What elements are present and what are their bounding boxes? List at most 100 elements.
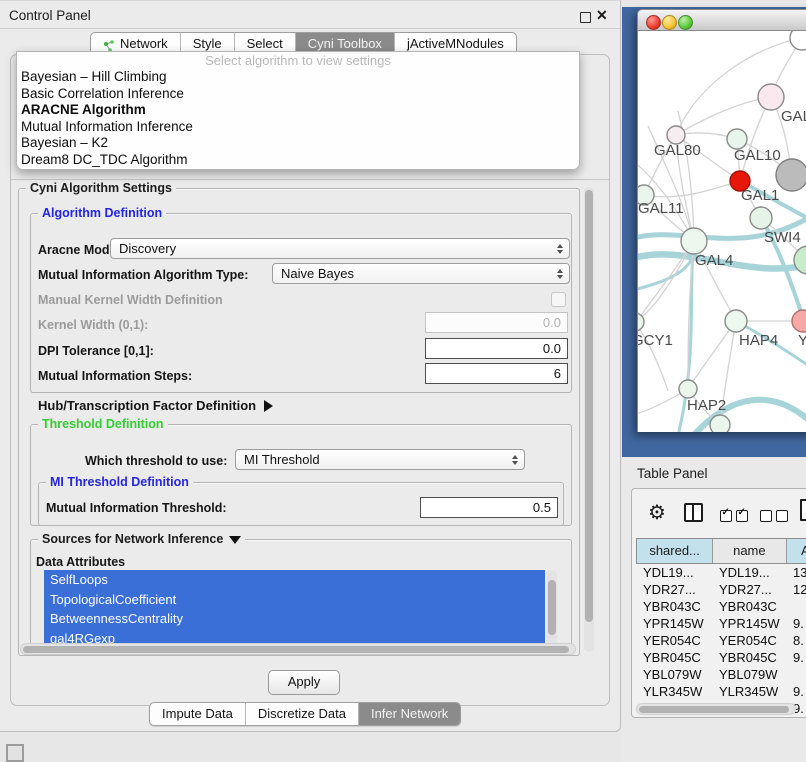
table-cell: 13 xyxy=(786,564,806,581)
node-attribute-table: shared...nameA... YDL19...YDL19...13YDR2… xyxy=(636,538,806,717)
minimize-traffic-light-icon[interactable] xyxy=(662,15,677,30)
close-traffic-light-icon[interactable] xyxy=(646,15,661,30)
network-node-hap4[interactable] xyxy=(725,310,747,332)
algorithm-definition-title: Algorithm Definition xyxy=(38,206,166,220)
column-header-shared...[interactable]: shared... xyxy=(637,539,712,563)
table-row[interactable]: YPR145WYPR145W9. xyxy=(636,615,806,632)
network-node-label: HAP2 xyxy=(687,397,726,414)
network-node-0[interactable] xyxy=(790,31,806,50)
table-row[interactable]: YDR27...YDR27...12 xyxy=(636,581,806,598)
column-header-name[interactable]: name xyxy=(712,539,785,563)
aracne-mode-label: Aracne Mode: xyxy=(38,243,121,257)
network-edges-teal xyxy=(638,181,806,432)
mi-algorithm-type-value: Naive Bayes xyxy=(281,266,354,281)
which-threshold-select[interactable]: MI Threshold xyxy=(235,449,525,470)
network-canvas[interactable]: GALGAL80GAL10GAL1GAL11SWI4GAL4GCY1HAP4YH… xyxy=(637,31,806,432)
network-node-hap2[interactable] xyxy=(679,380,697,398)
table-cell xyxy=(786,598,806,615)
network-window-titlebar[interactable] xyxy=(637,9,806,31)
network-node-4[interactable] xyxy=(776,159,806,191)
table-cell: YPR145W xyxy=(636,615,712,632)
table-row[interactable]: YBR043CYBR043C xyxy=(636,598,806,615)
data-attributes-list: SelfLoopsTopologicalCoefficientBetweenne… xyxy=(44,570,545,648)
tab-label: Impute Data xyxy=(162,703,233,725)
hub-definition-toggle[interactable]: Hub/Transcription Factor Definition xyxy=(38,398,273,413)
mi-threshold-definition-title: MI Threshold Definition xyxy=(46,475,193,489)
close-icon[interactable]: ✕ xyxy=(596,7,608,24)
attribute-item-selfloops[interactable]: SelfLoops xyxy=(44,570,545,590)
network-node-label: GAL10 xyxy=(734,147,781,164)
tab-label: Infer Network xyxy=(371,703,448,725)
algorithm-option-basic-correlation-inference[interactable]: Basic Correlation Inference xyxy=(17,86,579,103)
network-node-gal[interactable] xyxy=(758,84,784,110)
settings-group-title: Cyni Algorithm Settings xyxy=(26,181,176,195)
kernel-width-field[interactable]: 0.0 xyxy=(425,312,568,333)
attribute-item-topologicalcoefficient[interactable]: TopologicalCoefficient xyxy=(44,590,545,610)
network-node-gal10[interactable] xyxy=(727,129,747,149)
network-node-swi4[interactable] xyxy=(750,207,772,229)
dpi-tolerance-field[interactable]: 0.0 xyxy=(425,338,568,359)
stepper-arrows-icon xyxy=(557,269,563,279)
algorithm-option-mutual-information-inference[interactable]: Mutual Information Inference xyxy=(17,119,579,136)
manual-kernel-width-label: Manual Kernel Width Definition xyxy=(38,293,223,307)
network-node-label: GCY1 xyxy=(638,332,673,349)
aracne-mode-select[interactable]: Discovery xyxy=(110,238,570,259)
network-node-y[interactable] xyxy=(792,310,806,332)
manual-kernel-width-checkbox[interactable] xyxy=(551,292,566,307)
mi-algorithm-type-label: Mutual Information Algorithm Type: xyxy=(38,268,248,282)
sources-toggle[interactable]: Sources for Network Inference xyxy=(38,532,245,546)
deselect-checkboxes-icon[interactable] xyxy=(760,507,792,525)
column-header-A...[interactable]: A... xyxy=(786,539,806,563)
table-row[interactable]: YBR045CYBR045C9. xyxy=(636,649,806,666)
settings-gear-icon[interactable]: ⚙ xyxy=(648,500,666,525)
table-cell: YDR27... xyxy=(636,581,712,598)
table-cell: YBR043C xyxy=(712,598,786,615)
table-cell xyxy=(786,666,806,683)
network-node-14[interactable] xyxy=(710,415,730,432)
table-row[interactable]: YDL19...YDL19...13 xyxy=(636,564,806,581)
mutual-information-threshold-field[interactable]: 0.5 xyxy=(420,497,558,518)
threshold-definition-title: Threshold Definition xyxy=(38,417,168,431)
table-cell: YBL079W xyxy=(712,666,786,683)
content-divider xyxy=(11,179,609,180)
mi-steps-field[interactable]: 6 xyxy=(425,363,568,384)
network-node-label: GAL1 xyxy=(741,187,779,204)
tab-impute-data[interactable]: Impute Data xyxy=(150,703,245,725)
table-cell: YDL19... xyxy=(712,564,786,581)
mi-algorithm-type-select[interactable]: Naive Bayes xyxy=(272,263,570,284)
tab-infer-network[interactable]: Infer Network xyxy=(358,703,460,725)
table-cell: YER054C xyxy=(712,632,786,649)
table-cell: YBR045C xyxy=(712,649,786,666)
table-panel: Table Panel ⚙ shared...nameA... YDL19...… xyxy=(622,457,806,762)
attribute-list-scrollbar[interactable] xyxy=(547,570,557,648)
float-panel-icon[interactable] xyxy=(580,12,591,23)
network-node-gal4[interactable] xyxy=(681,228,707,254)
algorithm-option-bayesian-hill-climbing[interactable]: Bayesian – Hill Climbing xyxy=(17,69,579,86)
settings-vertical-scrollbar[interactable] xyxy=(584,187,594,652)
algorithm-option-aracne-algorithm[interactable]: ARACNE Algorithm xyxy=(17,102,579,119)
table-cell: YBL079W xyxy=(636,666,712,683)
stepper-arrows-icon xyxy=(512,455,518,465)
settings-horizontal-scrollbar[interactable] xyxy=(20,643,576,655)
attribute-item-betweennesscentrality[interactable]: BetweennessCentrality xyxy=(44,609,545,629)
which-threshold-label: Which threshold to use: xyxy=(85,454,227,468)
table-cell: 9. xyxy=(786,615,806,632)
cyni-bottom-tab-bar: Impute Data Discretize Data Infer Network xyxy=(149,702,461,726)
table-row[interactable]: YER054CYER054C8. xyxy=(636,632,806,649)
control-panel-title: Control Panel xyxy=(9,8,91,23)
table-cell: YDL19... xyxy=(636,564,712,581)
select-all-checkboxes-icon[interactable] xyxy=(720,507,752,525)
tab-discretize-data[interactable]: Discretize Data xyxy=(245,703,358,725)
zoom-traffic-light-icon[interactable] xyxy=(678,15,693,30)
table-cell: 9. xyxy=(786,683,806,700)
columns-icon[interactable] xyxy=(684,503,703,527)
apply-button[interactable]: Apply xyxy=(268,670,340,695)
algorithm-option-bayesian-k2[interactable]: Bayesian – K2 xyxy=(17,135,579,152)
minimized-panel-icon[interactable] xyxy=(6,744,24,762)
table-row[interactable]: YLR345WYLR345W9. xyxy=(636,683,806,700)
new-table-icon[interactable] xyxy=(800,499,806,521)
tab-label: Discretize Data xyxy=(258,703,346,725)
table-row[interactable]: YBL079WYBL079W xyxy=(636,666,806,683)
table-horizontal-scrollbar[interactable] xyxy=(636,703,796,715)
algorithm-option-dream8-dc-tdc-algorithm[interactable]: Dream8 DC_TDC Algorithm xyxy=(17,152,579,169)
